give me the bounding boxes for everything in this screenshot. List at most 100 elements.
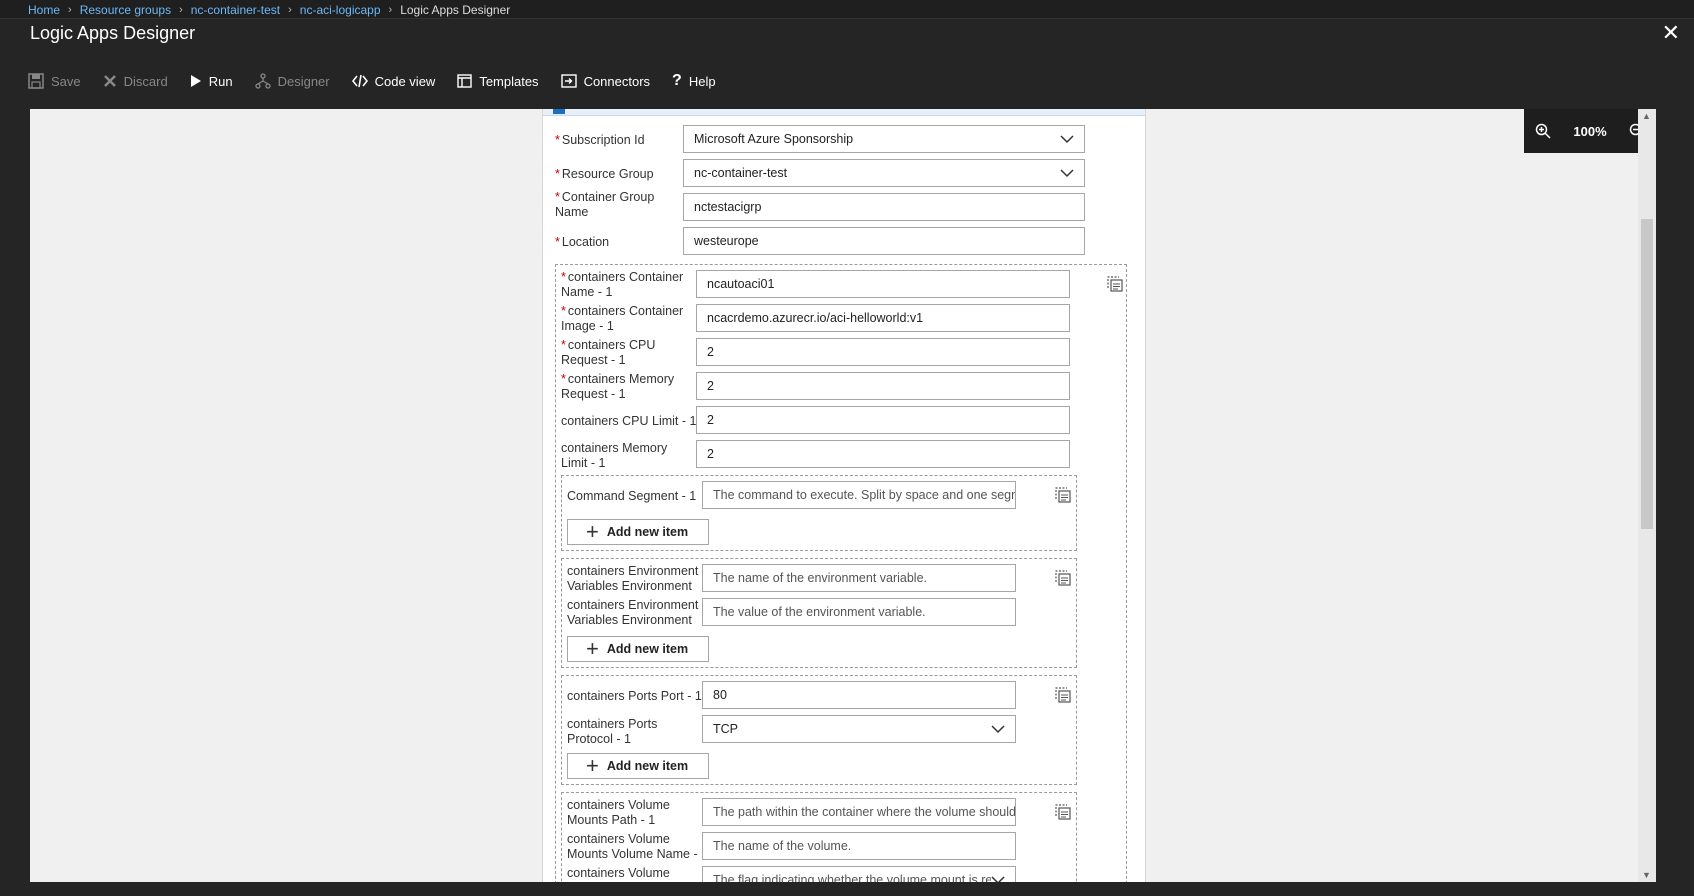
breadcrumb: Home › Resource groups › nc-container-te… (28, 2, 510, 18)
copy-icon[interactable] (1054, 569, 1072, 587)
containers-group: * containers Container Name - 1 ncautoaci0… (555, 264, 1127, 882)
chevron-down-icon (1060, 168, 1074, 177)
add-port-item-button[interactable]: + Add new item (567, 753, 709, 779)
designer-canvas[interactable]: 100% ▲ ▼ * Subscription Id Microsoft Azur… (30, 109, 1656, 882)
breadcrumb-resource-group[interactable]: nc-container-test (191, 3, 280, 17)
run-label: Run (208, 73, 233, 89)
plus-icon: + (586, 753, 599, 778)
container-name-label: * containers Container Name - 1 (561, 270, 684, 299)
scroll-up-icon[interactable]: ▲ (1642, 111, 1651, 121)
port-input[interactable]: 80 (702, 681, 1016, 709)
code-view-button[interactable]: Code view (351, 73, 436, 89)
zoom-level: 100% (1573, 123, 1607, 139)
zoom-in-icon[interactable] (1535, 123, 1551, 139)
scroll-down-icon[interactable]: ▼ (1642, 870, 1651, 880)
add-command-item-button[interactable]: + Add new item (567, 519, 709, 545)
location-input[interactable]: westeurope (683, 227, 1085, 255)
command-segment-label: Command Segment - 1 (567, 489, 697, 503)
action-card: * Subscription Id Microsoft Azure Sponsor… (542, 109, 1146, 882)
volume-name-input[interactable]: The name of the volume. (702, 832, 1016, 860)
command-segment-input[interactable]: The command to execute. Split by space a… (702, 481, 1016, 509)
connectors-icon (560, 74, 577, 88)
subscription-label: * Subscription Id (555, 133, 645, 147)
volume-name-label: containers Volume Mounts Volume Name - (567, 832, 698, 861)
connectors-label: Connectors (583, 73, 651, 89)
plus-icon: + (586, 636, 599, 661)
copy-icon[interactable] (1054, 486, 1072, 504)
connectors-button[interactable]: Connectors (560, 73, 651, 89)
cpu-limit-label: containers CPU Limit - 1 (561, 414, 697, 428)
copy-icon[interactable] (1054, 686, 1072, 704)
help-icon: ? (672, 72, 682, 89)
memory-limit-input[interactable]: 2 (696, 440, 1070, 468)
protocol-select[interactable]: TCP (702, 715, 1016, 743)
add-item-label: Add new item (606, 525, 689, 539)
run-button[interactable]: Run (190, 74, 233, 89)
chevron-down-icon (1060, 134, 1074, 143)
discard-icon (103, 75, 116, 87)
env-name-label: containers Environment Variables Environm… (567, 564, 699, 593)
vertical-scrollbar[interactable]: ▲ ▼ (1638, 109, 1656, 882)
templates-button[interactable]: Templates (457, 73, 539, 89)
zoom-control: 100% (1524, 109, 1656, 153)
cpu-request-input[interactable]: 2 (696, 338, 1070, 366)
discard-button[interactable]: Discard (103, 74, 168, 89)
volume-readonly-select[interactable]: The flag indicating whether the volume m… (702, 866, 1016, 882)
resource-group-label: * Resource Group (555, 167, 654, 181)
container-image-input[interactable]: ncacrdemo.azurecr.io/aci-helloworld:v1 (696, 304, 1070, 332)
designer-button[interactable]: Designer (254, 73, 330, 89)
env-value-label: containers Environment Variables Environm… (567, 598, 699, 627)
add-item-label: Add new item (606, 759, 689, 773)
port-label: containers Ports Port - 1 (567, 689, 702, 703)
env-name-input[interactable]: The name of the environment variable. (702, 564, 1016, 592)
location-label: * Location (555, 235, 610, 249)
memory-request-input[interactable]: 2 (696, 372, 1070, 400)
env-value-input[interactable]: The value of the environment variable. (702, 598, 1016, 626)
protocol-label: containers Ports Protocol - 1 (567, 717, 658, 746)
breadcrumb-resource-groups[interactable]: Resource groups (80, 3, 171, 17)
close-icon[interactable]: ✕ (1662, 22, 1680, 44)
page-title: Logic Apps Designer (30, 23, 196, 43)
help-button[interactable]: ? Help (672, 72, 716, 90)
card-header-strip (543, 109, 1145, 116)
volume-path-input[interactable]: The path within the container where the … (702, 798, 1016, 826)
code-view-label: Code view (374, 73, 436, 89)
save-button[interactable]: Save (28, 73, 81, 89)
plus-icon: + (586, 519, 599, 544)
volume-readonly-value: The flag indicating whether the volume m… (713, 873, 991, 882)
chevron-right-icon: › (68, 4, 72, 16)
ports-group: containers Ports Port - 1 80 containers … (561, 675, 1077, 785)
action-icon (553, 109, 565, 114)
memory-request-label: * containers Memory Request - 1 (561, 372, 675, 401)
container-image-label: * containers Container Image - 1 (561, 304, 684, 333)
templates-icon (457, 74, 473, 88)
breadcrumb-logic-app[interactable]: nc-aci-logicapp (300, 3, 381, 17)
save-label: Save (51, 73, 81, 89)
chevron-right-icon: › (288, 4, 292, 16)
container-group-name-input[interactable]: nctestacigrp (683, 193, 1085, 221)
chevron-down-icon (991, 724, 1005, 733)
templates-label: Templates (479, 73, 539, 89)
copy-icon[interactable] (1054, 803, 1072, 821)
cpu-limit-input[interactable]: 2 (696, 406, 1070, 434)
chevron-right-icon: › (388, 4, 393, 16)
memory-limit-label: containers Memory Limit - 1 (561, 441, 668, 470)
protocol-value: TCP (713, 722, 738, 736)
command-group: Command Segment - 1 The command to execu… (561, 475, 1077, 551)
chevron-down-icon (991, 875, 1005, 882)
chevron-right-icon: › (179, 4, 183, 16)
container-name-input[interactable]: ncautoaci01 (696, 270, 1070, 298)
resource-group-select[interactable]: nc-container-test (683, 159, 1085, 187)
breadcrumb-home[interactable]: Home (28, 3, 60, 17)
copy-icon[interactable] (1106, 275, 1124, 293)
volume-path-label: containers Volume Mounts Path - 1 (567, 798, 670, 827)
add-env-item-button[interactable]: + Add new item (567, 636, 709, 662)
subscription-value: Microsoft Azure Sponsorship (694, 132, 854, 146)
help-label: Help (688, 73, 716, 89)
volume-mounts-group: containers Volume Mounts Path - 1 The pat… (561, 792, 1077, 882)
toolbar: Save Discard Run Designer Code view Temp… (28, 70, 716, 92)
volume-readonly-label: containers Volume (567, 866, 670, 880)
subscription-select[interactable]: Microsoft Azure Sponsorship (683, 125, 1085, 153)
scroll-thumb[interactable] (1641, 219, 1653, 529)
code-icon (351, 74, 368, 88)
